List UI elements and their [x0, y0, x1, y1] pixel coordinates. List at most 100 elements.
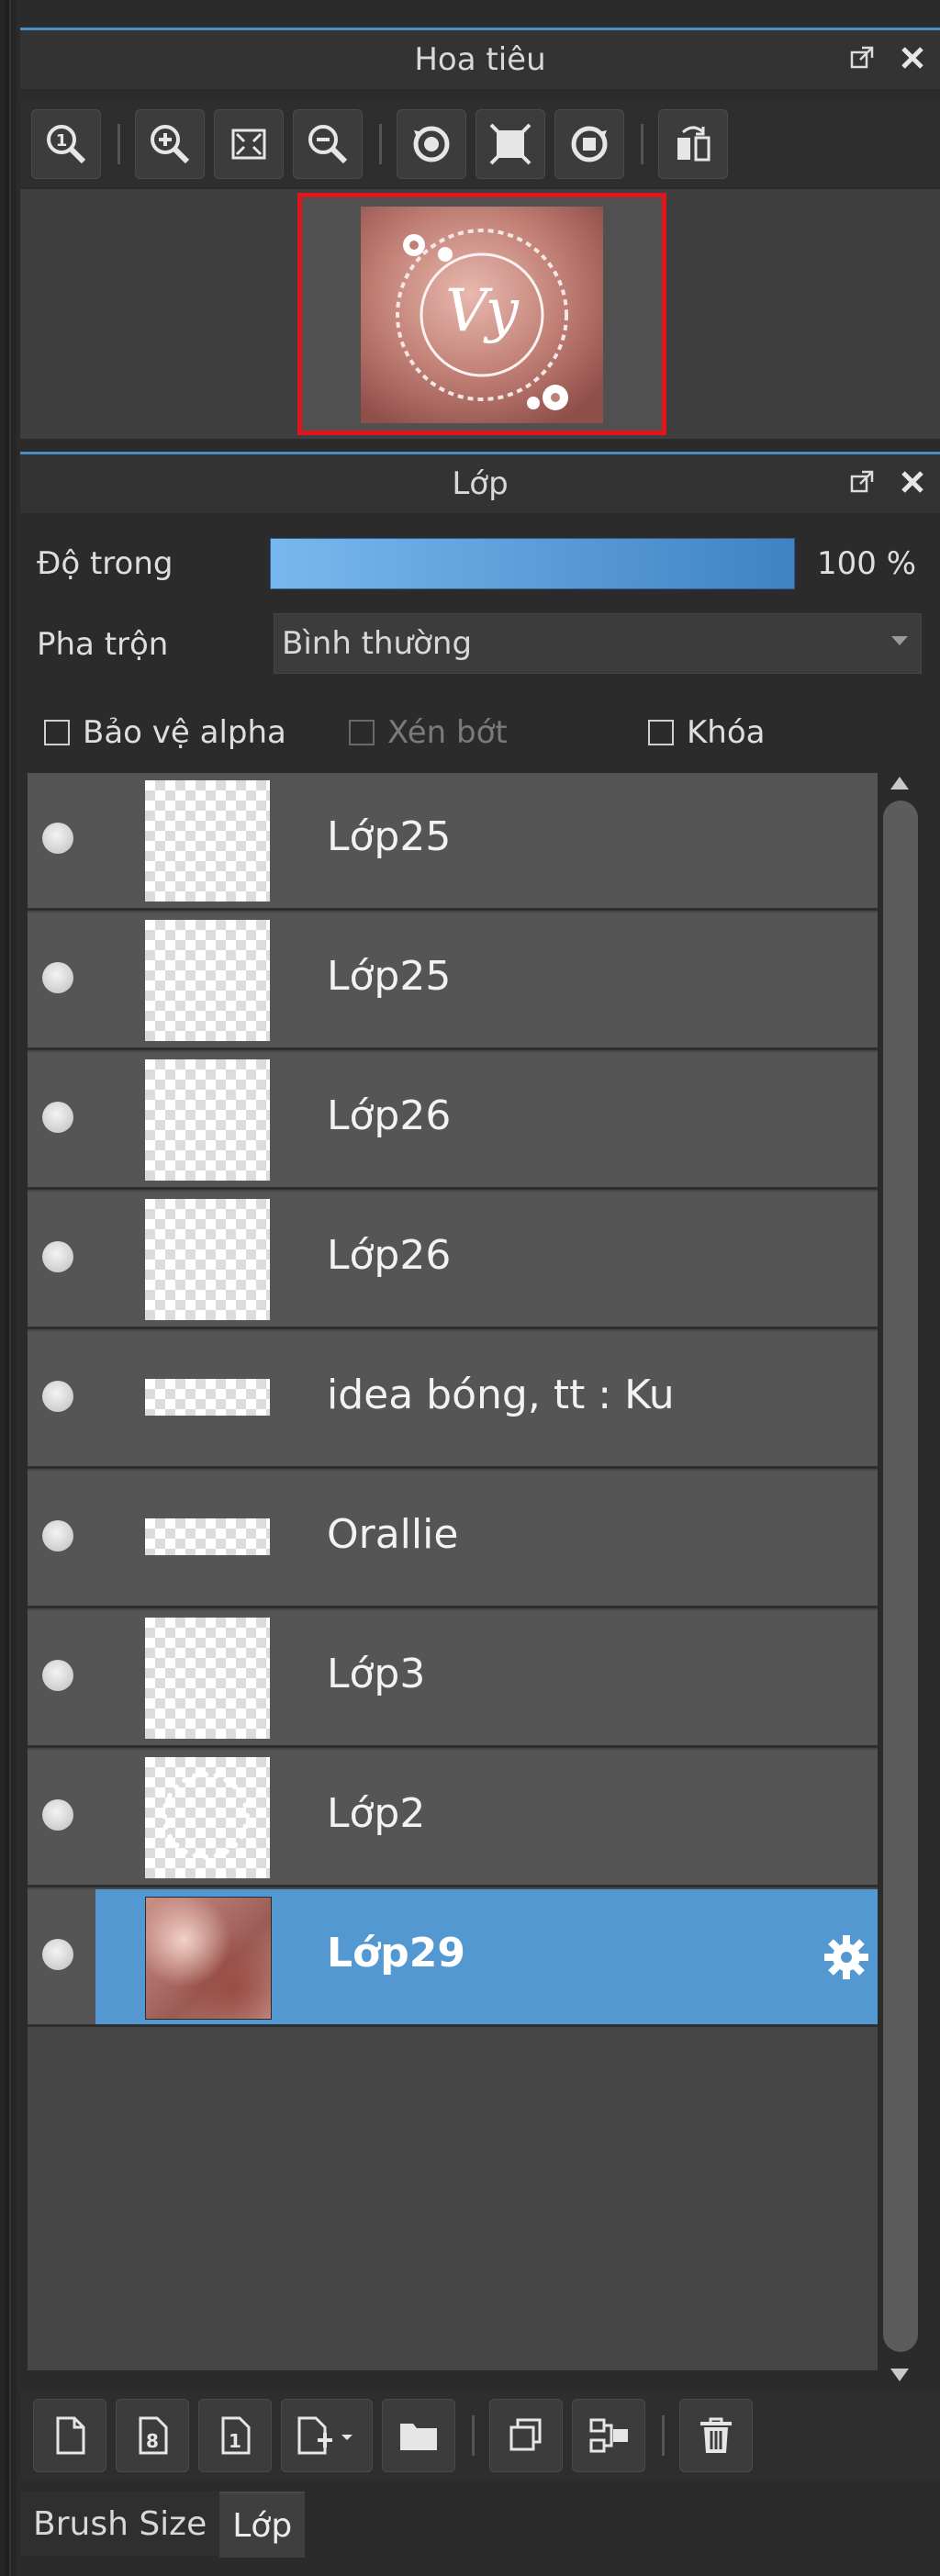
- layers-list: Lớp25 Lớp25 Lớp26 Lớp26 idea bóng, tt : …: [28, 773, 878, 2370]
- visibility-toggle[interactable]: [28, 1052, 95, 1187]
- layer-thumbnail: [145, 1757, 270, 1878]
- svg-text:Vy: Vy: [445, 277, 520, 345]
- checkbox-box: [648, 720, 674, 745]
- navigator-panel-header: Hoa tiêu: [20, 28, 940, 89]
- layer-thumbnail: [145, 1379, 270, 1416]
- eye-dot-icon: [42, 962, 73, 993]
- layer-row[interactable]: Orallie: [28, 1471, 878, 1608]
- lock-label: Khóa: [687, 714, 766, 751]
- eye-dot-icon: [42, 1939, 73, 1970]
- visibility-toggle[interactable]: [28, 1889, 95, 2024]
- panel-tabs: Brush Size Lớp: [20, 2492, 306, 2565]
- layer-thumbnail: [145, 780, 270, 902]
- svg-text:1: 1: [229, 2430, 241, 2452]
- layer-name: Lớp2: [327, 1790, 426, 1837]
- layer-actions-toolbar: 8 1: [20, 2391, 940, 2481]
- svg-text:1: 1: [56, 131, 68, 151]
- checkbox-box: [44, 720, 70, 745]
- layer-row[interactable]: Lớp25: [28, 913, 878, 1050]
- clipping-label: Xén bớt: [387, 714, 508, 751]
- scroll-down-icon[interactable]: [890, 2369, 909, 2381]
- layer-name: Lớp25: [327, 953, 452, 1000]
- blend-mode-label: Pha trộn: [37, 626, 169, 663]
- close-icon[interactable]: [896, 465, 929, 498]
- zoom-in-icon[interactable]: [135, 109, 205, 179]
- eye-dot-icon: [42, 1241, 73, 1272]
- layer-thumbnail: [145, 1199, 270, 1320]
- layer-name: Orallie: [327, 1511, 459, 1558]
- rotate-right-icon[interactable]: [554, 109, 624, 179]
- opacity-slider[interactable]: [270, 538, 795, 589]
- visibility-toggle[interactable]: [28, 1192, 95, 1327]
- new-8bit-layer-icon[interactable]: 8: [116, 2399, 189, 2472]
- canvas-thumbnail: Vy: [361, 207, 603, 423]
- layer-name: Lớp26: [327, 1232, 452, 1279]
- undock-icon[interactable]: [846, 41, 879, 74]
- duplicate-layer-icon[interactable]: [489, 2399, 563, 2472]
- eye-dot-icon: [42, 1102, 73, 1133]
- blend-mode-select[interactable]: Bình thường: [274, 613, 922, 674]
- layer-row-selected[interactable]: Lớp29: [28, 1889, 878, 2027]
- eye-dot-icon: [42, 1381, 73, 1412]
- zoom-actual-icon[interactable]: 1: [31, 109, 101, 179]
- scroll-thumb[interactable]: [883, 801, 918, 2352]
- layer-thumbnail: [145, 1618, 270, 1739]
- visibility-toggle[interactable]: [28, 1471, 95, 1606]
- layers-scrollbar[interactable]: [878, 773, 923, 2389]
- layer-name: Lớp26: [327, 1092, 452, 1139]
- layer-panel-header: Lớp: [20, 452, 940, 513]
- layer-name: Lớp3: [327, 1651, 426, 1697]
- layer-row[interactable]: Lớp2: [28, 1750, 878, 1887]
- lock-checkbox[interactable]: Khóa: [648, 714, 765, 751]
- rotate-left-icon[interactable]: [397, 109, 466, 179]
- navigator-title: Hoa tiêu: [414, 41, 546, 78]
- gear-icon[interactable]: [821, 1932, 872, 1983]
- delete-layer-icon[interactable]: [679, 2399, 753, 2472]
- navigator-toolbar: 1: [20, 101, 940, 187]
- layer-row[interactable]: Lớp25: [28, 773, 878, 911]
- navigator-preview[interactable]: Vy: [20, 189, 940, 439]
- undock-icon[interactable]: [846, 465, 879, 498]
- protect-alpha-checkbox[interactable]: Bảo vệ alpha: [44, 714, 286, 751]
- fit-screen-icon[interactable]: [214, 109, 284, 179]
- svg-text:8: 8: [146, 2430, 159, 2452]
- checkbox-box: [349, 720, 375, 745]
- eye-dot-icon: [42, 823, 73, 854]
- add-layer-menu-icon[interactable]: [281, 2399, 373, 2472]
- chevron-down-icon: [891, 636, 908, 645]
- new-1bit-layer-icon[interactable]: 1: [198, 2399, 272, 2472]
- visibility-toggle[interactable]: [28, 773, 95, 908]
- flip-horizontal-icon[interactable]: [658, 109, 728, 179]
- layer-row[interactable]: idea bóng, tt : Ku: [28, 1331, 878, 1469]
- opacity-label: Độ trong: [37, 545, 173, 582]
- close-icon[interactable]: [896, 41, 929, 74]
- layer-thumbnail: [145, 1059, 270, 1181]
- layer-panel-title: Lớp: [452, 465, 509, 502]
- blend-mode-value: Bình thường: [282, 625, 473, 662]
- visibility-toggle[interactable]: [28, 1750, 95, 1885]
- merge-down-icon[interactable]: [572, 2399, 645, 2472]
- zoom-out-icon[interactable]: [293, 109, 363, 179]
- layer-name: idea bóng, tt : Ku: [327, 1372, 675, 1418]
- scroll-up-icon[interactable]: [890, 777, 909, 790]
- layer-row[interactable]: Lớp26: [28, 1192, 878, 1329]
- clipping-checkbox: Xén bớt: [349, 714, 508, 751]
- protect-alpha-label: Bảo vệ alpha: [83, 714, 286, 751]
- eye-dot-icon: [42, 1660, 73, 1691]
- layer-name: Lớp25: [327, 813, 452, 860]
- layer-row[interactable]: Lớp26: [28, 1052, 878, 1190]
- fit-canvas-icon[interactable]: [476, 109, 545, 179]
- eye-dot-icon: [42, 1799, 73, 1831]
- new-layer-icon[interactable]: [33, 2399, 106, 2472]
- layer-thumbnail: [145, 1518, 270, 1555]
- tab-brush-size[interactable]: Brush Size: [20, 2492, 220, 2556]
- navigator-viewport-frame[interactable]: Vy: [297, 193, 666, 435]
- opacity-value: 100 %: [817, 545, 917, 582]
- eye-dot-icon: [42, 1520, 73, 1551]
- new-folder-icon[interactable]: [382, 2399, 455, 2472]
- visibility-toggle[interactable]: [28, 1331, 95, 1466]
- tab-layer[interactable]: Lớp: [219, 2492, 306, 2558]
- visibility-toggle[interactable]: [28, 913, 95, 1047]
- visibility-toggle[interactable]: [28, 1610, 95, 1745]
- layer-row[interactable]: Lớp3: [28, 1610, 878, 1748]
